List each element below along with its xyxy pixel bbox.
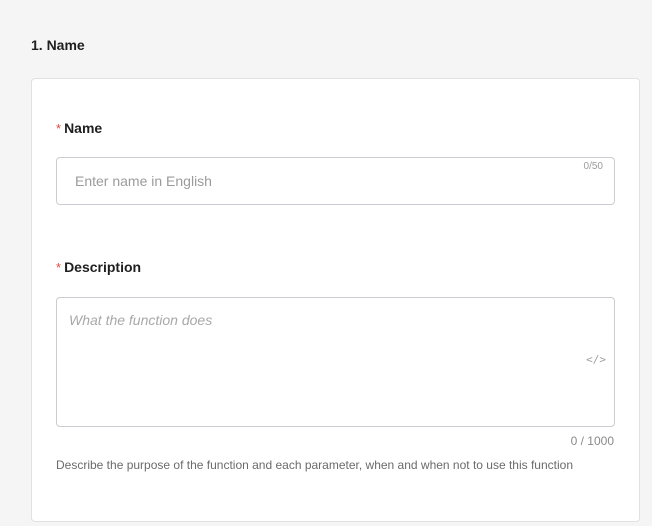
code-icon[interactable]: </>: [586, 353, 606, 366]
name-label-text: Name: [64, 120, 103, 136]
description-help-text: Describe the purpose of the function and…: [56, 458, 574, 472]
required-asterisk: *: [56, 260, 62, 275]
required-asterisk: *: [56, 121, 62, 136]
name-char-counter: 0/50: [583, 161, 603, 172]
description-char-counter: 0 / 1000: [570, 434, 614, 448]
name-input[interactable]: [57, 158, 614, 204]
page: 1. Name *Name 0/50 *Description </> 0 / …: [0, 0, 652, 526]
name-field: 0/50: [56, 157, 615, 205]
description-label: * Description: [56, 259, 141, 275]
name-label: * Name: [56, 120, 102, 136]
description-field: </>: [56, 297, 615, 427]
function-name-card: *Name 0/50 *Description </> 0 / 1000 Des…: [31, 78, 640, 522]
description-textarea[interactable]: [57, 298, 614, 426]
section-title: 1. Name: [31, 37, 85, 53]
description-label-text: Description: [64, 259, 142, 275]
